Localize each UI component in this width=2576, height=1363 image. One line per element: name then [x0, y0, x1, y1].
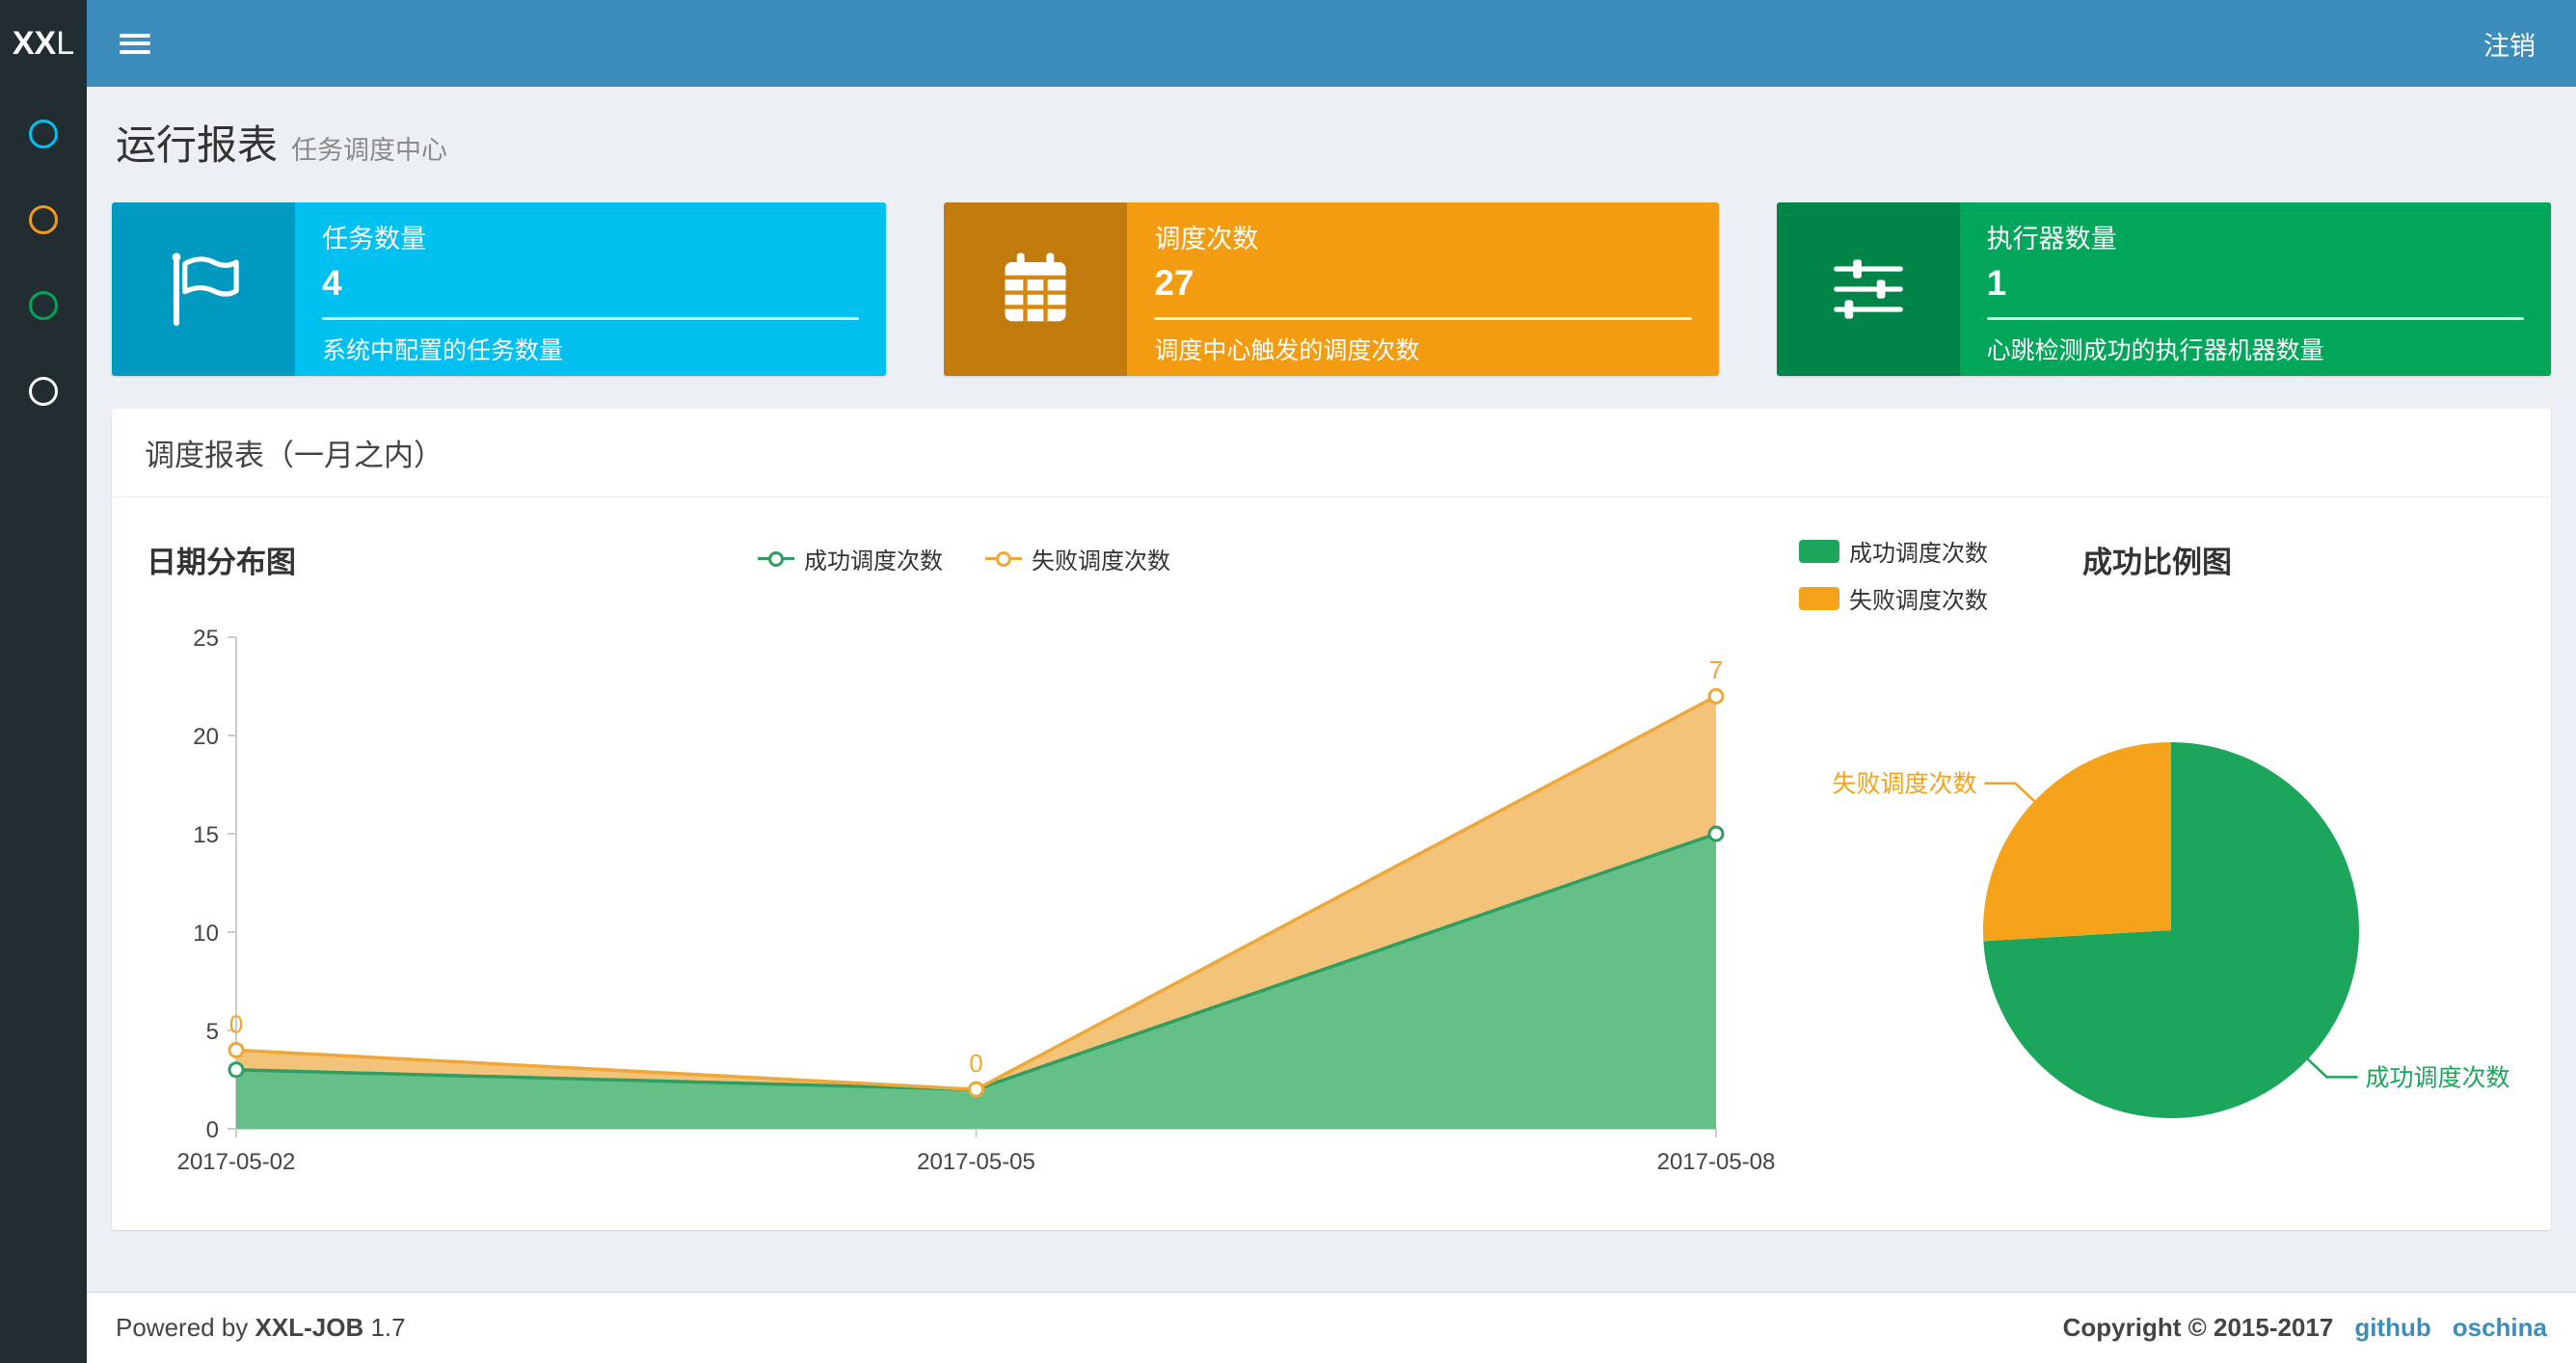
pie-slice-2	[1983, 742, 2171, 942]
sidebar-item-1[interactable]	[0, 91, 87, 176]
info-box-label: 任务数量	[322, 225, 426, 254]
info-box-icon-area	[944, 202, 1128, 376]
circle-icon	[29, 204, 58, 234]
svg-text:10: 10	[193, 921, 219, 947]
app-window: XX L 注销 运行报表 任务调度中心 任务数量 4 系统中配置的任务数量 调度…	[0, 0, 2576, 1363]
line-chart-title: 日期分布图	[147, 546, 296, 579]
info-box-value: 4	[322, 263, 342, 303]
info-box-executors: 执行器数量 1 心跳检测成功的执行器机器数量	[1776, 202, 2551, 376]
line-legend-item-2[interactable]: 失败调度次数	[985, 542, 1170, 575]
data-point	[228, 1061, 245, 1079]
divider	[322, 317, 860, 320]
line-chart-legend: 成功调度次数 失败调度次数	[758, 542, 1170, 575]
svg-text:2017-05-08: 2017-05-08	[1657, 1149, 1776, 1175]
page-footer: Powered by XXL-JOB 1.7 Copyright © 2015-…	[87, 1292, 2576, 1363]
copyright-text: Copyright © 2015-2017	[2062, 1313, 2334, 1342]
svg-text:2017-05-05: 2017-05-05	[917, 1149, 1035, 1175]
oschina-link[interactable]: oschina	[2453, 1313, 2547, 1343]
svg-text:失败调度次数: 失败调度次数	[1833, 771, 1977, 798]
legend-line-marker	[985, 550, 1022, 567]
svg-text:5: 5	[206, 1019, 219, 1045]
circle-icon	[29, 376, 58, 406]
circle-icon	[29, 119, 58, 148]
info-box-icon-area	[1776, 202, 1960, 376]
success-ratio-chart: 成功调度次数 失败调度次数 成功比例图 成功调度次数 失败调度次数	[1784, 497, 2518, 1230]
info-box-jobs: 任务数量 4 系统中配置的任务数量	[112, 202, 887, 376]
svg-text:0: 0	[206, 1117, 219, 1143]
info-box-label: 调度次数	[1154, 225, 1259, 254]
data-point	[1707, 687, 1725, 705]
info-box-row: 任务数量 4 系统中配置的任务数量 调度次数 27 调度中心触发的调度次数 执行…	[112, 202, 2551, 376]
svg-text:2017-05-02: 2017-05-02	[177, 1149, 296, 1175]
product-version: 1.7	[370, 1313, 406, 1342]
calendar-icon	[1005, 253, 1066, 322]
legend-line-marker	[758, 550, 794, 567]
date-distribution-chart: 日期分布图 成功调度次数 失败调度次数 0 5 10 15 20 25 2017-05-02 2…	[145, 497, 1784, 1230]
divider	[1154, 317, 1692, 320]
svg-text:15: 15	[193, 822, 219, 848]
panel-title: 调度报表（一月之内）	[112, 409, 2551, 497]
page-subtitle: 任务调度中心	[291, 136, 448, 165]
data-point	[968, 1081, 984, 1098]
info-box-label: 执行器数量	[1986, 225, 2117, 254]
logo-text-bold: XX	[12, 24, 57, 62]
product-name: XXL-JOB	[255, 1313, 364, 1342]
logo-text-light: L	[56, 24, 75, 62]
sidebar-menu	[0, 87, 87, 1363]
page-header: 运行报表 任务调度中心	[112, 87, 2551, 195]
circle-icon	[29, 290, 58, 320]
data-point	[1707, 825, 1725, 842]
info-box-triggers: 调度次数 27 调度中心触发的调度次数	[944, 202, 1719, 376]
svg-text:7: 7	[1709, 655, 1723, 684]
top-navbar: XX L 注销	[0, 0, 2576, 87]
sidebar-item-2[interactable]	[0, 176, 87, 262]
sidebar-item-3[interactable]	[0, 262, 87, 348]
info-box-description: 调度中心触发的调度次数	[1154, 337, 1420, 364]
legend-label: 成功调度次数	[804, 548, 943, 575]
pie-chart-svg[interactable]: 成功调度次数 失败调度次数	[1784, 497, 2526, 1230]
flag-icon	[172, 253, 239, 327]
logout-button[interactable]: 注销	[2443, 0, 2576, 87]
powered-by: Powered by XXL-JOB 1.7	[116, 1313, 406, 1342]
app-logo[interactable]: XX L	[0, 0, 87, 87]
info-box-value: 27	[1154, 263, 1194, 303]
page-title: 运行报表 任务调度中心	[116, 122, 448, 168]
line-chart-svg[interactable]: 05101520252017-05-02 2017-05-05 2017-05-08…	[145, 608, 1784, 1216]
info-box-icon-area	[112, 202, 295, 376]
svg-text:25: 25	[193, 626, 219, 652]
page-content: 运行报表 任务调度中心 任务数量 4 系统中配置的任务数量 调度次数 27 调度…	[87, 87, 2576, 1292]
svg-text:成功调度次数: 成功调度次数	[2365, 1064, 2509, 1091]
info-box-description: 系统中配置的任务数量	[322, 337, 564, 364]
info-box-value: 1	[1986, 263, 2007, 303]
github-link[interactable]: github	[2354, 1313, 2430, 1343]
sidebar-toggle-button[interactable]	[87, 0, 183, 87]
divider	[1986, 317, 2524, 320]
sidebar-item-4[interactable]	[0, 348, 87, 434]
data-point	[228, 1041, 245, 1058]
svg-text:0: 0	[969, 1049, 982, 1078]
report-panel: 调度报表（一月之内） 日期分布图 成功调度次数 失败调度次数 0 5 10 15 20 25…	[112, 409, 2551, 1230]
hamburger-icon	[120, 29, 150, 58]
svg-text:0: 0	[229, 1009, 243, 1038]
svg-text:20: 20	[193, 724, 219, 750]
info-box-description: 心跳检测成功的执行器机器数量	[1986, 337, 2324, 364]
navbar: 注销	[87, 0, 2576, 87]
legend-label: 失败调度次数	[1032, 548, 1170, 575]
line-legend-item-1[interactable]: 成功调度次数	[758, 542, 943, 575]
sliders-icon	[1833, 259, 1903, 319]
